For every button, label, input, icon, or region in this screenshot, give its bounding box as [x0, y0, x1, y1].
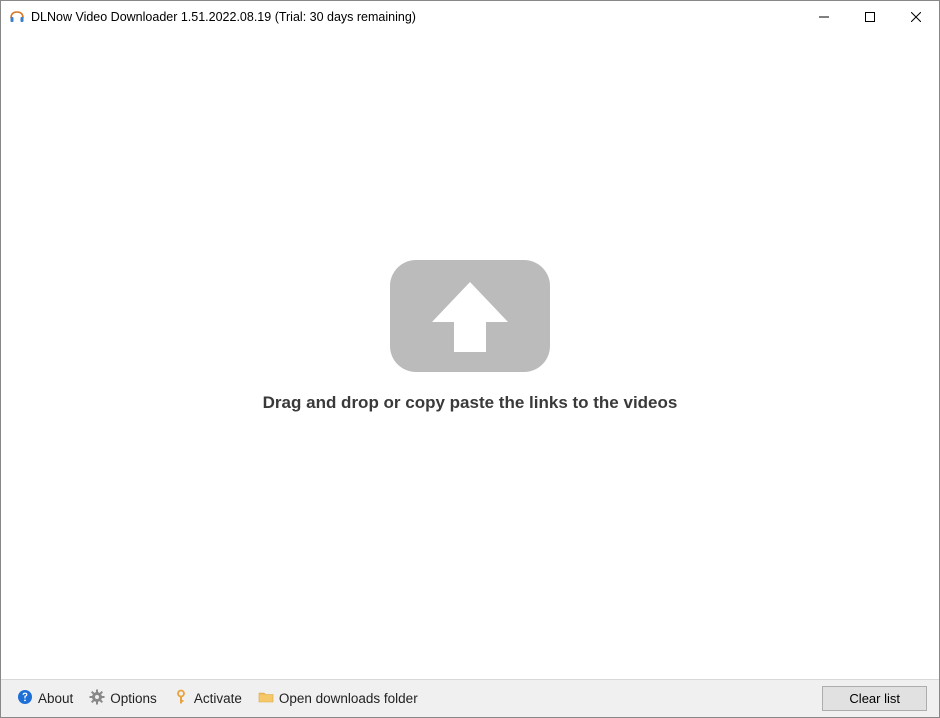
- options-button[interactable]: Options: [81, 685, 165, 712]
- status-bar: About Options: [1, 679, 939, 717]
- close-button[interactable]: [893, 1, 939, 33]
- window-title: DLNow Video Downloader 1.51.2022.08.19 (…: [31, 10, 801, 24]
- gear-icon: [89, 689, 105, 708]
- app-icon: [9, 9, 25, 25]
- minimize-button[interactable]: [801, 1, 847, 33]
- about-button[interactable]: About: [9, 685, 81, 712]
- drop-instruction-text: Drag and drop or copy paste the links to…: [263, 393, 678, 413]
- open-downloads-folder-button[interactable]: Open downloads folder: [250, 685, 426, 712]
- clear-list-button[interactable]: Clear list: [822, 686, 927, 711]
- drop-area[interactable]: Drag and drop or copy paste the links to…: [1, 33, 939, 679]
- activate-label: Activate: [194, 691, 242, 706]
- open-downloads-folder-label: Open downloads folder: [279, 691, 418, 706]
- maximize-button[interactable]: [847, 1, 893, 33]
- activate-button[interactable]: Activate: [165, 685, 250, 712]
- window-controls: [801, 1, 939, 33]
- options-label: Options: [110, 691, 157, 706]
- help-circle-icon: [17, 689, 33, 708]
- about-label: About: [38, 691, 73, 706]
- key-icon: [173, 689, 189, 708]
- title-bar: DLNow Video Downloader 1.51.2022.08.19 (…: [1, 1, 939, 33]
- upload-icon: [390, 260, 550, 375]
- folder-icon: [258, 689, 274, 708]
